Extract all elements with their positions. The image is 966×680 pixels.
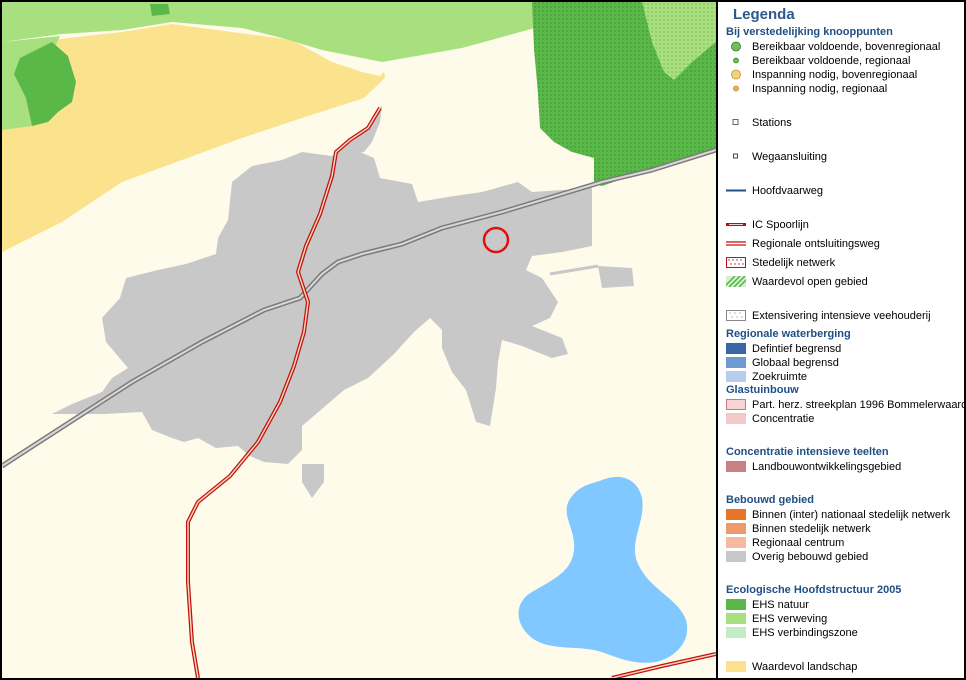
- legend-item: Globaal begrensd: [726, 356, 964, 370]
- legend-item: Defintief begrensd: [726, 342, 964, 356]
- legend-heading-waterberging: Regionale waterberging: [726, 328, 851, 340]
- legend-item: Hoofdvaarweg: [726, 184, 964, 198]
- legend-item: IC Spoorlijn: [726, 218, 964, 232]
- ehs-nature-area-top: [150, 4, 170, 16]
- green-dot-small-icon: [733, 57, 739, 64]
- color-swatch: [726, 627, 746, 638]
- map-viewer: Legenda Bij verstedelijking knooppunten …: [0, 0, 966, 680]
- urban-network-box-icon: [726, 257, 746, 268]
- color-swatch: [726, 551, 746, 562]
- legend-item: Binnen stedelijk netwerk: [726, 522, 964, 536]
- legend-heading-intensieve-teelten: Concentratie intensieve teelten: [726, 446, 889, 458]
- color-swatch: [726, 461, 746, 472]
- legend-item: Wegaansluiting: [726, 150, 964, 164]
- legend-item-label: Inspanning nodig, bovenregionaal: [752, 69, 918, 81]
- legend-item-label: EHS verbindingszone: [752, 627, 858, 639]
- legend-item-label: Waardevol open gebied: [752, 276, 868, 288]
- legend-panel: Legenda Bij verstedelijking knooppunten …: [718, 2, 964, 678]
- legend-item-label: Binnen stedelijk netwerk: [752, 523, 871, 535]
- green-dot-large-icon: [731, 41, 741, 52]
- legend-item-label: Waardevol landschap: [752, 661, 858, 673]
- legend-item-label: IC Spoorlijn: [752, 219, 809, 231]
- legend-item: Concentratie: [726, 412, 964, 426]
- color-swatch: [726, 343, 746, 354]
- legend-item: Bereikbaar voldoende, bovenregionaal: [726, 40, 964, 54]
- extensive-livestock-box-icon: [726, 310, 746, 321]
- legend-item: Part. herz. streekplan 1996 Bommelerwaar…: [726, 398, 964, 412]
- color-swatch: [726, 537, 746, 548]
- color-swatch: [726, 523, 746, 534]
- legend-title: Legenda: [733, 6, 795, 23]
- regional-road-line-icon: [726, 241, 746, 246]
- legend-item-label: Regionaal centrum: [752, 537, 845, 549]
- ic-rail-line-icon: [726, 223, 746, 226]
- legend-heading-knooppunten: Bij verstedelijking knooppunten: [726, 26, 893, 38]
- built-up-area-east: [598, 266, 634, 288]
- legend-item: EHS verweving: [726, 612, 964, 626]
- legend-heading-ehs: Ecologische Hoofdstructuur 2005: [726, 584, 902, 596]
- color-swatch: [726, 599, 746, 610]
- main-waterway-line-icon: [726, 189, 746, 192]
- legend-item: Landbouwontwikkelingsgebied: [726, 460, 964, 474]
- legend-item-label: Landbouwontwikkelingsgebied: [752, 461, 902, 473]
- legend-item: Waardevol open gebied: [726, 275, 964, 289]
- legend-item-label: Part. herz. streekplan 1996 Bommelerwaar…: [752, 399, 964, 411]
- valuable-open-area-hatch-icon: [726, 276, 746, 287]
- legend-item-label: Hoofdvaarweg: [752, 185, 823, 197]
- color-swatch: [726, 613, 746, 624]
- map-svg: [2, 2, 716, 678]
- legend-item: Zoekruimte: [726, 370, 964, 384]
- legend-item-label: Binnen (inter) nationaal stedelijk netwe…: [752, 509, 951, 521]
- legend-item: Bereikbaar voldoende, regionaal: [726, 54, 964, 68]
- station-square-icon: [732, 119, 739, 125]
- legend-item: Extensivering intensieve veehouderij: [726, 309, 964, 323]
- color-swatch: [726, 357, 746, 368]
- legend-item: Inspanning nodig, bovenregionaal: [726, 68, 964, 82]
- legend-item-label: Bereikbaar voldoende, regionaal: [752, 55, 911, 67]
- color-swatch: [726, 371, 746, 382]
- legend-item-label: Regionale ontsluitingsweg: [752, 238, 880, 250]
- legend-item: EHS natuur: [726, 598, 964, 612]
- road-junction-icon: [733, 153, 738, 159]
- color-swatch: [726, 413, 746, 424]
- map-canvas[interactable]: [2, 2, 716, 678]
- legend-item: Inspanning nodig, regionaal: [726, 82, 964, 96]
- legend-item-label: Zoekruimte: [752, 371, 808, 383]
- legend-item: Stations: [726, 116, 964, 130]
- legend-item-label: Globaal begrensd: [752, 357, 839, 369]
- color-swatch: [726, 509, 746, 520]
- legend-item: Regionale ontsluitingsweg: [726, 237, 964, 251]
- yellow-dot-small-icon: [733, 85, 739, 92]
- legend-item-label: Bereikbaar voldoende, bovenregionaal: [752, 41, 941, 53]
- color-swatch: [726, 399, 746, 410]
- legend-item: Binnen (inter) nationaal stedelijk netwe…: [726, 508, 964, 522]
- legend-item: Stedelijk netwerk: [726, 256, 964, 270]
- legend-item-label: Extensivering intensieve veehouderij: [752, 310, 931, 322]
- legend-item-label: EHS verweving: [752, 613, 828, 625]
- legend-item-label: EHS natuur: [752, 599, 809, 611]
- legend-item-label: Wegaansluiting: [752, 151, 828, 163]
- color-swatch: [726, 661, 746, 672]
- legend-item-label: Defintief begrensd: [752, 343, 842, 355]
- legend-item: EHS verbindingszone: [726, 626, 964, 640]
- legend-item-label: Stedelijk netwerk: [752, 257, 836, 269]
- legend-item-label: Stations: [752, 117, 792, 129]
- legend-heading-bebouwd-gebied: Bebouwd gebied: [726, 494, 814, 506]
- legend-item: Regionaal centrum: [726, 536, 964, 550]
- legend-item-label: Concentratie: [752, 413, 815, 425]
- legend-item: Overig bebouwd gebied: [726, 550, 964, 564]
- legend-item: Waardevol landschap: [726, 660, 964, 674]
- legend-item-label: Inspanning nodig, regionaal: [752, 83, 888, 95]
- legend-item-label: Overig bebouwd gebied: [752, 551, 869, 563]
- legend-heading-glastuinbouw: Glastuinbouw: [726, 384, 799, 396]
- yellow-dot-large-icon: [731, 69, 741, 80]
